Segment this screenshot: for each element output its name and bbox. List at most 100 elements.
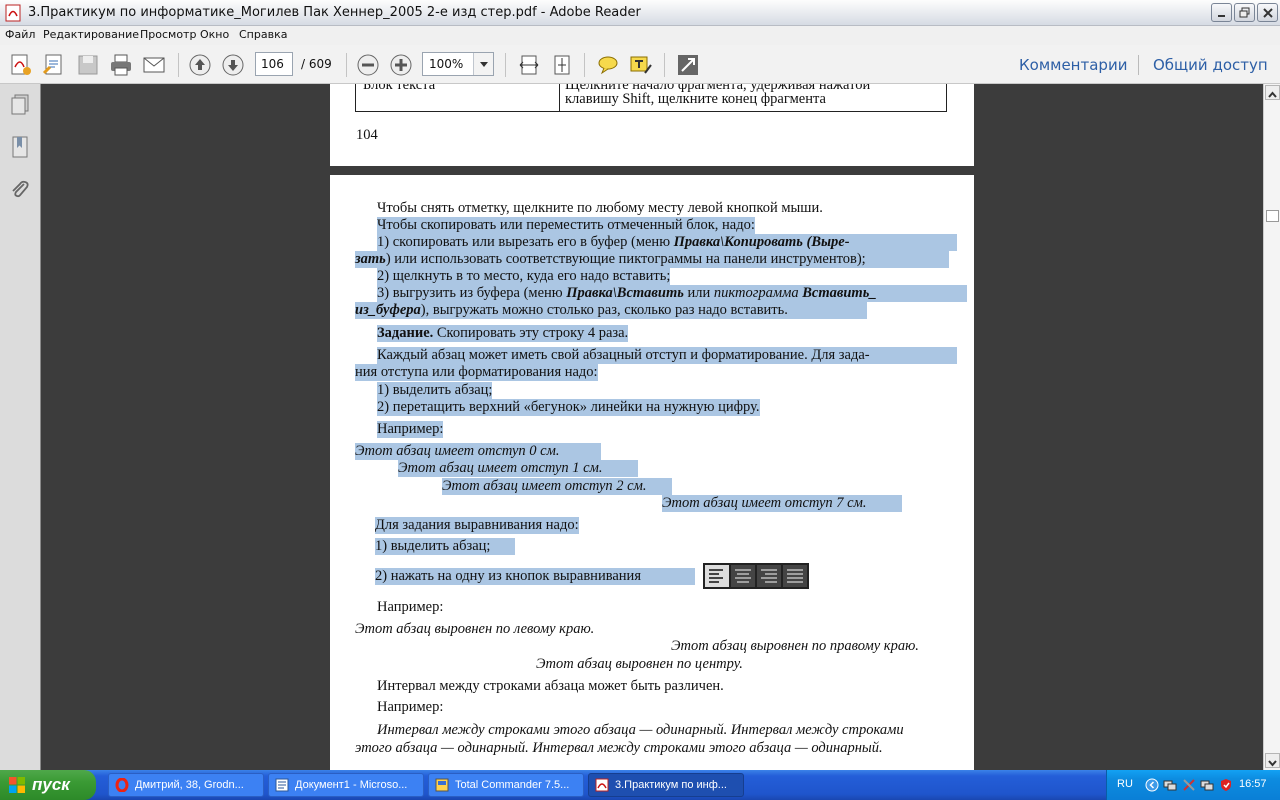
- language-indicator[interactable]: RU: [1117, 778, 1133, 790]
- text-line: 2) нажать на одну из кнопок выравнивания: [375, 568, 695, 585]
- text-line: 1) выделить абзац;: [377, 382, 493, 399]
- text-line: 3) выгрузить из буфера (меню Правка\Вста…: [377, 285, 967, 302]
- zoom-value: 100%: [429, 57, 464, 71]
- text-run: или: [683, 285, 714, 301]
- menu-path: Правка\Вставить: [566, 285, 684, 301]
- fit-width-button[interactable]: [515, 51, 543, 79]
- edit-pdf-button[interactable]: [40, 51, 68, 79]
- minus-circle-icon: [357, 54, 379, 76]
- task-label: Задание.: [377, 325, 434, 341]
- chevron-down-icon: [1268, 760, 1277, 767]
- plus-circle-icon: [390, 54, 412, 76]
- pdf-icon: [595, 778, 609, 792]
- align-example-left: Этот абзац выровнен по левому краю.: [355, 621, 595, 637]
- minimize-icon: [1218, 15, 1225, 17]
- indent-example: Этот абзац имеет отступ 1 см.: [398, 460, 638, 477]
- fit-width-icon: [519, 55, 539, 75]
- page-number: 104: [356, 127, 378, 143]
- text-run: 3) выгрузить из буфера (меню: [377, 285, 567, 301]
- print-button[interactable]: [107, 51, 135, 79]
- taskbar: пуск Дмитрий, 38, Grodn... Документ1 - M…: [0, 770, 1280, 800]
- text-line: Например:: [377, 599, 444, 615]
- chevron-left-icon[interactable]: [1145, 778, 1159, 792]
- highlighter-icon: [630, 56, 652, 74]
- system-tray: RU 16:57: [1106, 770, 1280, 800]
- scroll-down-button[interactable]: [1265, 753, 1280, 768]
- network-icon[interactable]: [1163, 778, 1177, 792]
- minimize-button[interactable]: [1211, 3, 1232, 22]
- menu-help[interactable]: Справка: [239, 28, 287, 41]
- next-page-button[interactable]: [219, 51, 247, 79]
- attachments-icon[interactable]: [8, 178, 32, 202]
- previous-page-button[interactable]: [186, 51, 214, 79]
- save-button[interactable]: [74, 51, 102, 79]
- create-pdf-button[interactable]: [7, 51, 35, 79]
- network-icon-2[interactable]: [1200, 778, 1214, 792]
- print-icon: [111, 54, 131, 76]
- chevron-down-icon[interactable]: [473, 53, 493, 75]
- tool-icon[interactable]: [1182, 778, 1196, 792]
- table-cell-right-2: клавишу Shift, щелкните конец фрагмента: [565, 91, 826, 107]
- save-icon: [78, 55, 98, 75]
- task-total-commander[interactable]: Total Commander 7.5...: [428, 773, 584, 797]
- expand-button[interactable]: [674, 51, 702, 79]
- task-label: 3.Практикум по инф...: [615, 779, 727, 791]
- vertical-scrollbar[interactable]: [1263, 84, 1280, 770]
- menu-path: Вставить_: [798, 285, 877, 301]
- text-line: 2) щелкнуть в то место, куда его надо вс…: [377, 268, 671, 285]
- zoom-in-button[interactable]: [387, 51, 415, 79]
- expand-icon: [678, 55, 698, 75]
- text-line: 1) выделить абзац;: [375, 538, 515, 555]
- align-example-right: Этот абзац выровнен по правому краю.: [671, 638, 919, 654]
- clock: 16:57: [1239, 778, 1267, 790]
- task-label: Документ1 - Microso...: [295, 779, 408, 791]
- zoom-out-button[interactable]: [354, 51, 382, 79]
- page-105: Чтобы снять отметку, щелкните по любому …: [330, 175, 974, 770]
- scroll-up-button[interactable]: [1265, 85, 1280, 100]
- close-button[interactable]: [1257, 3, 1278, 22]
- text-line: Например:: [377, 699, 444, 715]
- task-label: Дмитрий, 38, Grodn...: [135, 779, 244, 791]
- text-run: ) или использовать соответствующие пикто…: [385, 251, 866, 267]
- page-number-input[interactable]: 106: [255, 52, 293, 76]
- task-adobe-reader[interactable]: 3.Практикум по инф...: [588, 773, 744, 797]
- text-run: ), выгружать можно столько раз, сколько …: [420, 302, 788, 318]
- task-word[interactable]: Документ1 - Microso...: [268, 773, 424, 797]
- share-link[interactable]: Общий доступ: [1153, 56, 1268, 74]
- text-line: Для задания выравнивания надо:: [375, 517, 579, 534]
- spacing-example: Интервал между строками этого абзаца — о…: [377, 722, 904, 738]
- comment-button[interactable]: [594, 51, 622, 79]
- page-104: Блок текста Щелкните начало фрагмента, у…: [330, 84, 974, 166]
- text-line: Каждый абзац может иметь свой абзацный о…: [377, 347, 957, 364]
- text-line: из_буфера), выгружать можно столько раз,…: [355, 302, 867, 319]
- menu-bar: Файл Редактирование Просмотр Окно Справк…: [0, 26, 1280, 45]
- highlight-button[interactable]: [627, 51, 655, 79]
- text-line: 1) скопировать или вырезать его в буфер …: [377, 234, 957, 251]
- text-line: Например:: [377, 421, 444, 438]
- navigation-panel: [0, 84, 41, 770]
- menu-file[interactable]: Файл: [5, 28, 35, 41]
- arrow-up-icon: [189, 54, 211, 76]
- align-example-center: Этот абзац выровнен по центру.: [536, 656, 743, 672]
- pages-icon[interactable]: [8, 92, 32, 116]
- menu-path: из_буфера: [355, 302, 421, 318]
- close-icon: [1263, 8, 1273, 18]
- maximize-button[interactable]: [1234, 3, 1255, 22]
- comments-link[interactable]: Комментарии: [1019, 56, 1127, 74]
- windows-logo-icon: [9, 777, 25, 793]
- task-opera[interactable]: Дмитрий, 38, Grodn...: [108, 773, 264, 797]
- menu-view[interactable]: Просмотр: [140, 28, 196, 41]
- antivirus-shield-icon[interactable]: [1219, 778, 1233, 792]
- menu-window[interactable]: Окно: [200, 28, 229, 41]
- text-run: пиктограмма: [713, 285, 799, 301]
- fit-page-button[interactable]: [548, 51, 576, 79]
- bookmarks-icon[interactable]: [8, 135, 32, 159]
- menu-edit[interactable]: Редактирование: [43, 28, 139, 41]
- scroll-thumb[interactable]: [1266, 210, 1279, 222]
- document-view[interactable]: Блок текста Щелкните начало фрагмента, у…: [41, 84, 1263, 770]
- text-line: Задание. Скопировать эту строку 4 раза.: [377, 325, 629, 342]
- zoom-select[interactable]: 100%: [422, 52, 494, 76]
- indent-example: Этот абзац имеет отступ 7 см.: [662, 495, 902, 512]
- start-button[interactable]: пуск: [0, 770, 96, 800]
- email-button[interactable]: [140, 51, 168, 79]
